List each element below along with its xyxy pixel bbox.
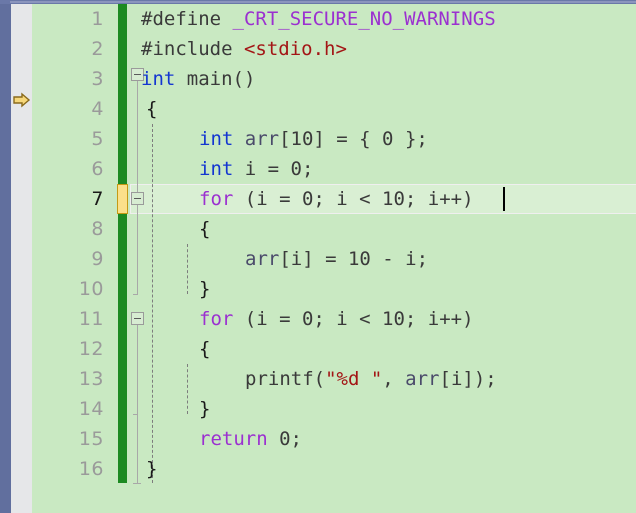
line-number: 13 (78, 368, 104, 390)
line-number: 10 (78, 278, 104, 300)
code-editor[interactable]: 1 2 3 4 5 6 7 8 9 10 11 12 13 14 15 16 #… (0, 0, 636, 513)
code-line[interactable]: { (146, 94, 157, 124)
token-type: int (199, 128, 234, 150)
token-type: int (199, 158, 234, 180)
line-number: 1 (91, 8, 104, 30)
line-number: 15 (78, 428, 104, 450)
token-keyword: for (199, 308, 234, 330)
text-caret (503, 187, 505, 211)
line-number: 16 (78, 458, 104, 480)
code-line[interactable]: int i = 0; (199, 154, 313, 184)
token-expression: [i] = 10 - i; (279, 248, 429, 270)
token-function: main() (175, 68, 256, 90)
line-number: 14 (78, 398, 104, 420)
token-brace: { (199, 218, 211, 240)
indent-guide (187, 244, 188, 294)
line-number: 12 (78, 338, 104, 360)
arrow-right-icon[interactable] (12, 90, 32, 110)
token-identifier: arr (245, 248, 280, 270)
token-identifier: arr (405, 368, 440, 390)
line-number: 9 (91, 248, 104, 270)
saved-changes-bar (118, 4, 127, 184)
token-brace: { (146, 98, 158, 120)
code-line[interactable]: printf("%d ", arr[i]); (245, 364, 497, 394)
token-comma: , (382, 368, 406, 390)
minus-square-icon[interactable] (131, 312, 144, 325)
token-function: printf( (245, 368, 326, 390)
left-edge-band (0, 4, 11, 513)
indent-guide (152, 124, 153, 483)
line-number: 6 (91, 158, 104, 180)
line-number: 11 (78, 308, 104, 330)
token-preprocessor: #define (141, 8, 222, 30)
line-number-gutter: 1 2 3 4 5 6 7 8 9 10 11 12 13 14 15 16 (32, 4, 114, 513)
code-line[interactable]: } (199, 394, 210, 424)
unsaved-changes-bar (117, 184, 128, 214)
code-line[interactable]: int arr[10] = { 0 }; (199, 124, 428, 154)
code-line-current[interactable]: for (i = 0; i < 10; i++) (199, 184, 474, 214)
token-string: "%d " (325, 368, 383, 390)
code-line[interactable]: { (199, 214, 210, 244)
token-identifier: arr (244, 128, 280, 150)
token-brace: { (199, 338, 211, 360)
code-line[interactable]: int main() (141, 64, 255, 94)
outline-rail (137, 204, 138, 294)
token-brace: } (146, 458, 158, 480)
code-line[interactable]: return 0; (199, 424, 302, 454)
token-expression: (i = 0; i < 10; i++) (233, 308, 474, 330)
outline-rail (137, 414, 138, 483)
token-preprocessor: #include (141, 38, 233, 60)
token-expression: i = 0; (233, 158, 314, 180)
token-expression: [10] = { 0 }; (279, 128, 428, 150)
code-line[interactable]: arr[i] = 10 - i; (245, 244, 428, 274)
line-number: 5 (91, 128, 104, 150)
outline-rail-foot (133, 483, 141, 484)
token-header-name: <stdio.h> (243, 38, 347, 60)
line-number: 4 (91, 98, 104, 120)
window-top-strip-inner (10, 1, 636, 3)
token-brace: } (199, 398, 211, 420)
line-number: 2 (91, 38, 104, 60)
token-macro-name: _CRT_SECURE_NO_WARNINGS (232, 8, 496, 30)
line-number: 3 (91, 68, 104, 90)
line-number: 8 (91, 218, 104, 240)
minus-square-icon[interactable] (131, 192, 144, 205)
token-brace: } (199, 278, 211, 300)
token-type: int (141, 68, 176, 90)
code-line[interactable]: } (199, 274, 210, 304)
token-keyword: return (199, 428, 268, 450)
token-keyword: for (199, 188, 234, 210)
token-expression: (i = 0; i < 10; i++) (233, 188, 474, 210)
token-expression: [i]); (439, 368, 497, 390)
outline-rail (137, 324, 138, 414)
code-line[interactable]: } (146, 454, 157, 484)
token-expression: 0; (267, 428, 302, 450)
indent-guide (187, 364, 188, 414)
saved-changes-bar (118, 214, 127, 483)
code-line[interactable]: { (199, 334, 210, 364)
line-number-active: 7 (91, 188, 104, 210)
code-line[interactable]: #define _CRT_SECURE_NO_WARNINGS (141, 4, 496, 34)
outline-rail-foot (133, 294, 138, 295)
code-line[interactable]: #include <stdio.h> (141, 34, 347, 64)
indicator-margin[interactable] (11, 4, 32, 513)
code-line[interactable]: for (i = 0; i < 10; i++) (199, 304, 474, 334)
